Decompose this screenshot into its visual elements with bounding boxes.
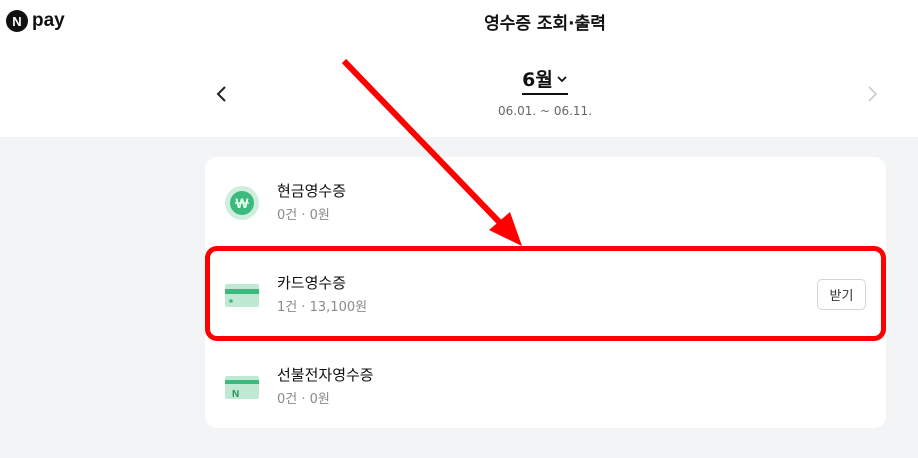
prev-month-button[interactable] [212, 84, 232, 104]
receive-card-receipt-button[interactable]: 받기 [817, 279, 866, 310]
month-label: 6월 [522, 69, 553, 91]
receipt-title: 현금영수증 [277, 182, 347, 200]
chevron-right-icon [868, 86, 878, 102]
receipt-summary: 0건 · 0원 [277, 392, 330, 407]
receipt-title: 선불전자영수증 [277, 366, 374, 384]
receipt-summary: 1건 · 13,100원 [277, 300, 368, 315]
receipt-row-cash[interactable]: W 현금영수증 0건 · 0원 [205, 157, 886, 247]
month-selector[interactable]: 6월 [495, 65, 595, 95]
header: N pay 영수증 조회·출력 6월 06.01. ~ 06.11. [0, 0, 918, 137]
receipt-list: W 현금영수증 0건 · 0원 카드영수증 1건 · 13,100원 N 선불전… [205, 157, 886, 428]
chevron-down-icon [557, 75, 567, 82]
next-month-button[interactable] [862, 84, 882, 104]
prepaid-card-icon: N [225, 376, 259, 400]
won-coin-icon: W [225, 186, 259, 220]
receipt-summary: 0건 · 0원 [277, 208, 330, 223]
svg-text:N: N [232, 389, 239, 400]
receipt-title: 카드영수증 [277, 274, 347, 292]
page-title: 영수증 조회·출력 [484, 14, 606, 34]
receipt-row-card[interactable]: 카드영수증 1건 · 13,100원 [205, 249, 886, 339]
date-range: 06.01. ~ 06.11. [497, 104, 593, 118]
card-icon [225, 284, 259, 307]
receipt-row-prepaid[interactable]: N 선불전자영수증 0건 · 0원 [205, 341, 886, 431]
chevron-left-icon [216, 86, 226, 102]
